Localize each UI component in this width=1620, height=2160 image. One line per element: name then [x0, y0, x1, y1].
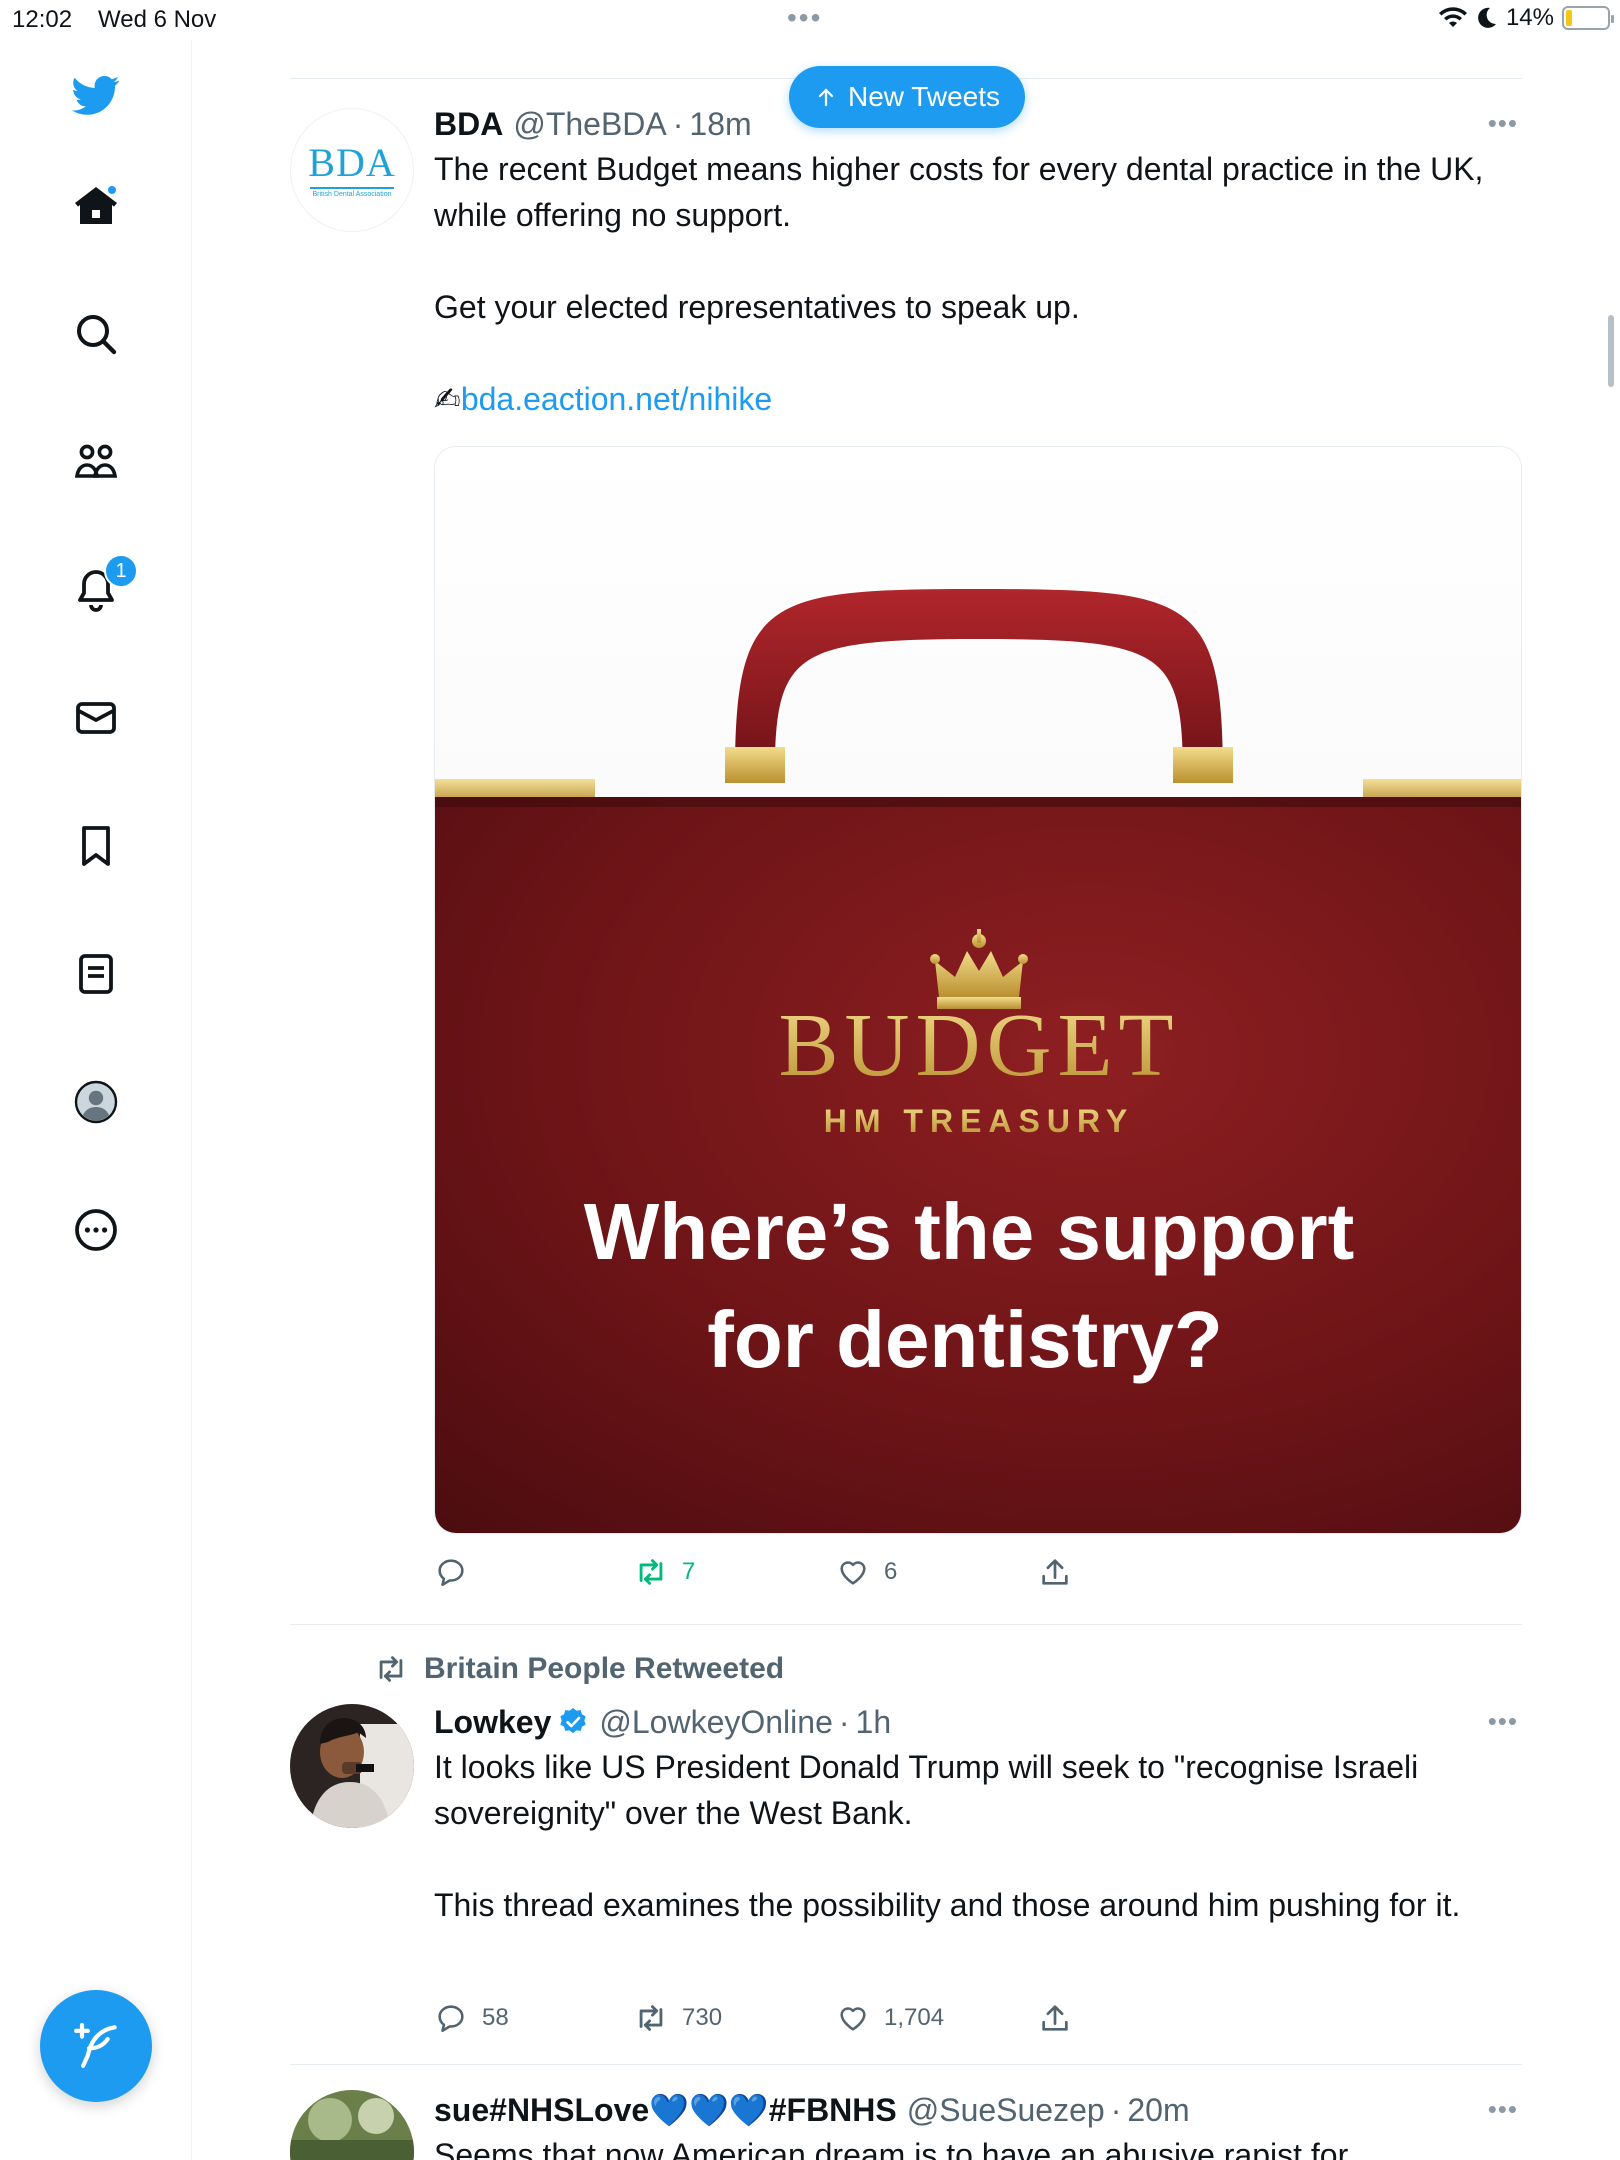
author-name[interactable]: BDA: [434, 104, 503, 144]
share-button[interactable]: [1038, 1555, 1072, 1589]
divider: [290, 1624, 1522, 1625]
share-icon: [1042, 1559, 1068, 1585]
tweet-time[interactable]: 1h: [856, 1702, 892, 1742]
nav-more[interactable]: [66, 1200, 126, 1260]
more-circle-icon: [75, 1209, 117, 1251]
more-options-icon[interactable]: •••: [1488, 1706, 1518, 1737]
writing-hand-emoji: ✍: [434, 381, 461, 417]
author-handle[interactable]: @TheBDA: [513, 104, 666, 144]
heart-icon: [840, 1561, 866, 1585]
tweet-header: sue#NHSLove💙💙💙#FBNHS @SueSuezep · 20m: [434, 2090, 1190, 2130]
scrollbar[interactable]: [1608, 315, 1614, 387]
nav-lists[interactable]: [66, 944, 126, 1004]
retweet-icon: [379, 1656, 403, 1682]
retweeted-by-label[interactable]: Britain People Retweeted: [374, 1652, 784, 1686]
profile-icon: [74, 1080, 118, 1124]
bda-logo: BDA: [308, 139, 396, 185]
tweet[interactable]: Britain People Retweeted Lowkey @LowkeyO…: [290, 1652, 1522, 2072]
retweet-icon: [639, 1559, 663, 1585]
author-name[interactable]: Lowkey: [434, 1702, 551, 1742]
tweet-time[interactable]: 20m: [1127, 2090, 1189, 2130]
moon-icon: [1478, 7, 1496, 28]
share-icon: [1042, 2005, 1068, 2031]
battery-level: [1566, 10, 1572, 26]
tweet-actions: 7 6: [434, 1550, 1522, 1594]
battery-icon: [1562, 6, 1614, 30]
twitter-logo-icon[interactable]: [66, 64, 126, 124]
sidebar: 1: [0, 40, 192, 2160]
status-date: Wed 6 Nov: [98, 6, 217, 33]
tweet-header: Lowkey @LowkeyOnline · 1h: [434, 1702, 892, 1742]
nav-communities[interactable]: [66, 432, 126, 492]
search-icon: [77, 315, 117, 355]
media-subtitle: HM TREASURY: [824, 1103, 1134, 1139]
author-name[interactable]: sue#NHSLove💙💙💙#FBNHS: [434, 2090, 897, 2130]
tweet-time[interactable]: 18m: [689, 104, 751, 144]
retweet-button[interactable]: 7: [634, 1555, 695, 1589]
people-icon: [74, 444, 118, 478]
like-count: 1,704: [884, 2004, 945, 2031]
avatar[interactable]: [290, 2090, 414, 2160]
list-icon: [79, 954, 113, 994]
share-button[interactable]: [1038, 2001, 1072, 2035]
heart-icon: [840, 2007, 866, 2031]
more-options-icon[interactable]: •••: [1488, 2094, 1518, 2125]
retweet-icon: [639, 2005, 663, 2031]
author-handle[interactable]: @LowkeyOnline: [599, 1702, 832, 1742]
media-title: BUDGET: [779, 996, 1180, 1095]
like-button[interactable]: 6: [836, 1555, 897, 1589]
envelope-icon: [76, 702, 116, 734]
verified-badge-icon: [560, 1708, 587, 1734]
tweet-link[interactable]: bda.eaction.net/nihike: [461, 381, 772, 417]
tweet-text: It looks like US President Donald Trump …: [434, 1749, 1461, 1923]
home-new-dot: [106, 184, 118, 196]
tweet[interactable]: sue#NHSLove💙💙💙#FBNHS @SueSuezep · 20m ••…: [290, 2090, 1522, 2160]
like-count: 6: [884, 1558, 898, 1585]
nav-explore[interactable]: [66, 304, 126, 364]
media-headline-line1: Where’s the support: [584, 1187, 1354, 1276]
compose-tweet-button[interactable]: [40, 1990, 152, 2102]
reply-icon: [438, 2005, 464, 2033]
avatar[interactable]: BDA British Dental Association: [290, 108, 414, 232]
retweet-count: 7: [682, 1558, 696, 1585]
nav-bookmarks[interactable]: [66, 816, 126, 876]
status-bar: 12:02 Wed 6 Nov ••• 14%: [0, 0, 1620, 40]
avatar[interactable]: [290, 1704, 414, 1828]
bda-logo-subtext: British Dental Association: [312, 190, 392, 198]
tweet-header: BDA @TheBDA · 18m: [434, 104, 752, 144]
reply-button[interactable]: 58: [434, 2001, 509, 2035]
reply-icon: [438, 1559, 464, 1587]
tweet[interactable]: BDA British Dental Association BDA @TheB…: [290, 104, 1522, 1624]
battery-percent: 14%: [1505, 4, 1554, 31]
tweet-media-image[interactable]: BUDGET HM TREASURY Where’s the support f…: [434, 446, 1522, 1534]
feather-plus-icon: [74, 2022, 117, 2068]
nav-messages[interactable]: [66, 688, 126, 748]
retweet-button[interactable]: 730: [634, 2001, 722, 2035]
tweet-actions: 58 730 1,704: [434, 1996, 1522, 2040]
tweet-text: The recent Budget means higher costs for…: [434, 151, 1484, 417]
notifications-badge: 1: [104, 554, 138, 588]
like-button[interactable]: 1,704: [836, 2001, 944, 2035]
multitasking-dots-icon[interactable]: •••: [787, 2, 822, 34]
author-handle[interactable]: @SueSuezep: [907, 2090, 1105, 2130]
reply-count: 58: [482, 2004, 509, 2031]
bookmark-icon: [82, 826, 110, 866]
budget-briefcase-illustration: BUDGET HM TREASURY Where’s the support f…: [435, 447, 1521, 1533]
status-indicators: 14%: [1438, 4, 1614, 32]
divider: [290, 2064, 1522, 2065]
tweet-text: Seems that now American dream is to have…: [434, 2137, 1349, 2160]
nav-profile[interactable]: [66, 1072, 126, 1132]
nav-home[interactable]: [66, 176, 126, 236]
nav-notifications[interactable]: 1: [66, 554, 138, 620]
status-time: 12:02: [12, 6, 73, 33]
media-headline-line2: for dentistry?: [707, 1295, 1223, 1384]
retweet-count: 730: [682, 2004, 723, 2031]
reply-button[interactable]: [434, 1555, 482, 1589]
wifi-icon: [1438, 7, 1467, 27]
more-options-icon[interactable]: •••: [1488, 108, 1518, 139]
